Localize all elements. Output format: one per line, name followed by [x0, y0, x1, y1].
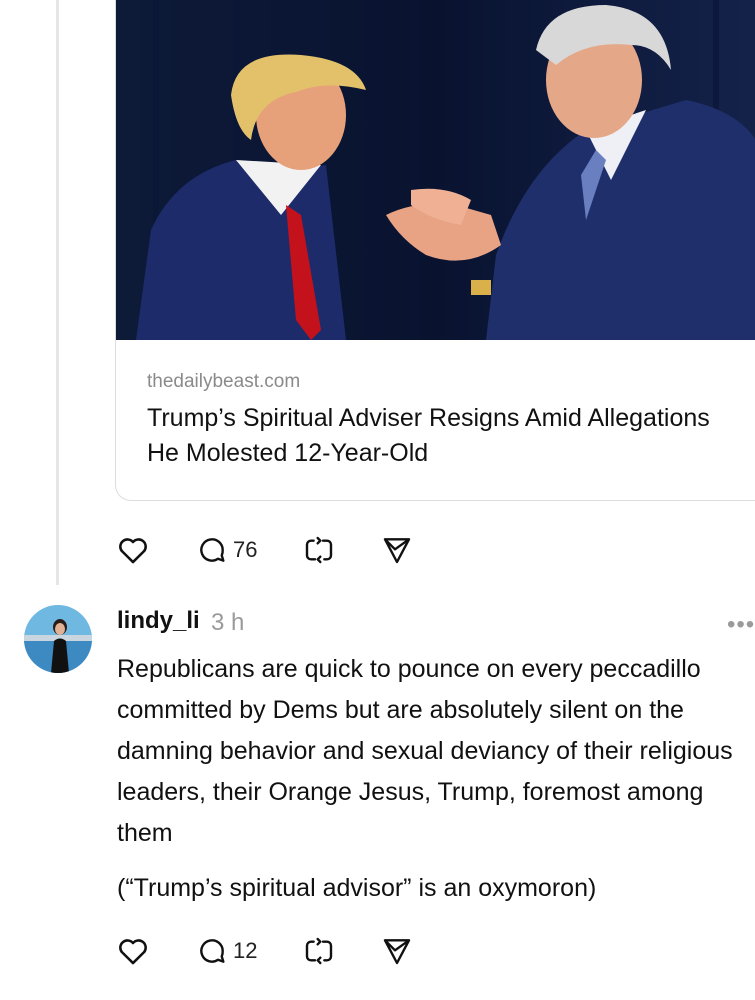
- post-text-note: (“Trump’s spiritual advisor” is an oxymo…: [117, 874, 597, 902]
- repost-icon: [306, 937, 333, 965]
- post-actions: 12: [116, 931, 441, 971]
- reply-count: 76: [233, 537, 258, 562]
- repost-icon: [306, 536, 333, 564]
- link-preview-image: [116, 0, 755, 340]
- username[interactable]: lindy_li: [117, 607, 200, 635]
- post-time: 3 h: [211, 609, 245, 636]
- share-icon: [384, 538, 411, 564]
- share-button[interactable]: [381, 534, 413, 566]
- share-icon: [384, 939, 411, 965]
- comment-icon: [200, 939, 225, 963]
- post-text: Republicans are quick to pounce on every…: [117, 655, 733, 847]
- link-preview-card[interactable]: thedailybeast.com Trump’s Spiritual Advi…: [115, 0, 755, 501]
- link-title[interactable]: Trump’s Spiritual Adviser Resigns Amid A…: [147, 401, 727, 471]
- repost-button[interactable]: [303, 935, 335, 967]
- comment-icon: [200, 538, 225, 562]
- thread-line: [56, 0, 59, 585]
- reply-count: 12: [233, 938, 258, 963]
- share-button[interactable]: [381, 935, 413, 967]
- like-button[interactable]: [116, 934, 150, 968]
- like-button[interactable]: [116, 533, 150, 567]
- repost-button[interactable]: [303, 534, 335, 566]
- reply-button[interactable]: 76: [196, 534, 257, 566]
- heart-icon: [119, 939, 147, 965]
- post-actions: 76: [116, 530, 441, 570]
- link-domain: thedailybeast.com: [147, 371, 301, 392]
- more-options-button[interactable]: •••: [727, 611, 755, 639]
- heart-icon: [119, 538, 147, 564]
- avatar[interactable]: [24, 605, 92, 673]
- reply-button[interactable]: 12: [196, 935, 257, 967]
